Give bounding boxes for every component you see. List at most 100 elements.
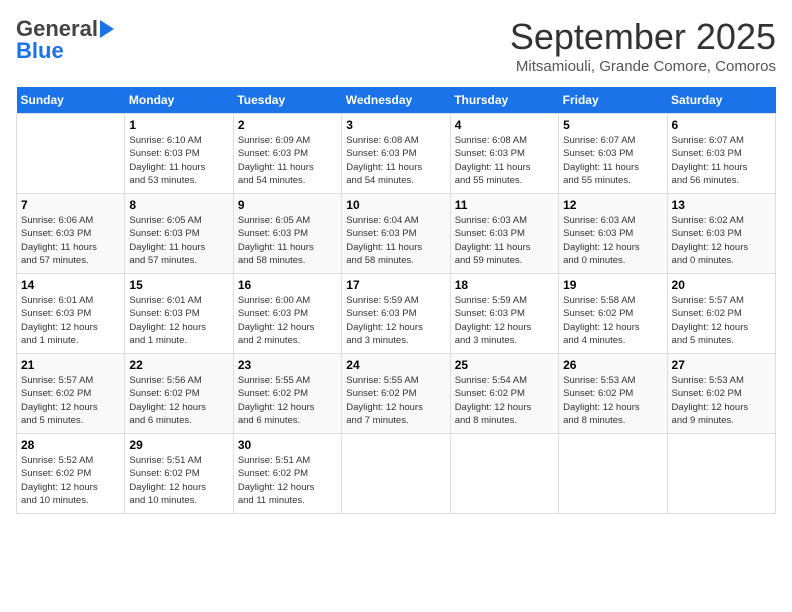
day-number: 18 (455, 278, 554, 292)
day-number: 21 (21, 358, 120, 372)
day-number: 16 (238, 278, 337, 292)
day-info: Sunrise: 6:09 AM Sunset: 6:03 PM Dayligh… (238, 134, 337, 187)
day-info: Sunrise: 5:55 AM Sunset: 6:02 PM Dayligh… (238, 374, 337, 427)
day-number: 1 (129, 118, 228, 132)
day-info: Sunrise: 5:56 AM Sunset: 6:02 PM Dayligh… (129, 374, 228, 427)
day-number: 13 (672, 198, 771, 212)
calendar-cell: 5 Sunrise: 6:07 AM Sunset: 6:03 PM Daylig… (559, 114, 667, 194)
day-number: 28 (21, 438, 120, 452)
day-number: 20 (672, 278, 771, 292)
day-number: 9 (238, 198, 337, 212)
calendar-cell: 1 Sunrise: 6:10 AM Sunset: 6:03 PM Daylig… (125, 114, 233, 194)
day-info: Sunrise: 6:07 AM Sunset: 6:03 PM Dayligh… (563, 134, 662, 187)
calendar-cell: 4 Sunrise: 6:08 AM Sunset: 6:03 PM Daylig… (450, 114, 558, 194)
column-header-monday: Monday (125, 87, 233, 114)
day-number: 19 (563, 278, 662, 292)
calendar-cell (17, 114, 125, 194)
day-info: Sunrise: 5:53 AM Sunset: 6:02 PM Dayligh… (563, 374, 662, 427)
day-info: Sunrise: 6:08 AM Sunset: 6:03 PM Dayligh… (455, 134, 554, 187)
calendar-cell: 28 Sunrise: 5:52 AM Sunset: 6:02 PM Dayli… (17, 434, 125, 514)
calendar-week-5: 28 Sunrise: 5:52 AM Sunset: 6:02 PM Dayli… (17, 434, 776, 514)
page-header: General Blue September 2025 Mitsamiouli,… (16, 16, 776, 75)
calendar-cell: 19Sunrise: 5:58 AM Sunset: 6:02 PM Dayli… (559, 274, 667, 354)
calendar-cell: 15 Sunrise: 6:01 AM Sunset: 6:03 PM Dayli… (125, 274, 233, 354)
day-number: 26 (563, 358, 662, 372)
day-number: 24 (346, 358, 445, 372)
calendar-header-row: SundayMondayTuesdayWednesdayThursdayFrid… (17, 87, 776, 114)
day-number: 25 (455, 358, 554, 372)
calendar-week-4: 21 Sunrise: 5:57 AM Sunset: 6:02 PM Dayli… (17, 354, 776, 434)
calendar-week-1: 1 Sunrise: 6:10 AM Sunset: 6:03 PM Daylig… (17, 114, 776, 194)
calendar-cell: 12 Sunrise: 6:03 AM Sunset: 6:03 PM Dayli… (559, 194, 667, 274)
day-number: 2 (238, 118, 337, 132)
day-info: Sunrise: 6:08 AM Sunset: 6:03 PM Dayligh… (346, 134, 445, 187)
calendar-cell (667, 434, 775, 514)
day-info: Sunrise: 5:57 AM Sunset: 6:02 PM Dayligh… (21, 374, 120, 427)
calendar-cell: 13 Sunrise: 6:02 AM Sunset: 6:03 PM Dayli… (667, 194, 775, 274)
calendar-cell: 21 Sunrise: 5:57 AM Sunset: 6:02 PM Dayli… (17, 354, 125, 434)
day-info: Sunrise: 6:04 AM Sunset: 6:03 PM Dayligh… (346, 214, 445, 267)
day-number: 11 (455, 198, 554, 212)
calendar-week-3: 14 Sunrise: 6:01 AM Sunset: 6:03 PM Dayli… (17, 274, 776, 354)
day-info: Sunrise: 5:59 AM Sunset: 6:03 PM Dayligh… (346, 294, 445, 347)
day-number: 17 (346, 278, 445, 292)
logo-blue-text: Blue (16, 38, 64, 64)
column-header-wednesday: Wednesday (342, 87, 450, 114)
calendar-cell: 9Sunrise: 6:05 AM Sunset: 6:03 PM Daylig… (233, 194, 341, 274)
calendar-cell: 23 Sunrise: 5:55 AM Sunset: 6:02 PM Dayli… (233, 354, 341, 434)
calendar-week-2: 7 Sunrise: 6:06 AM Sunset: 6:03 PM Daylig… (17, 194, 776, 274)
day-number: 30 (238, 438, 337, 452)
day-info: Sunrise: 6:02 AM Sunset: 6:03 PM Dayligh… (672, 214, 771, 267)
day-info: Sunrise: 5:55 AM Sunset: 6:02 PM Dayligh… (346, 374, 445, 427)
day-number: 3 (346, 118, 445, 132)
day-number: 14 (21, 278, 120, 292)
day-info: Sunrise: 6:03 AM Sunset: 6:03 PM Dayligh… (563, 214, 662, 267)
day-info: Sunrise: 6:10 AM Sunset: 6:03 PM Dayligh… (129, 134, 228, 187)
day-info: Sunrise: 6:01 AM Sunset: 6:03 PM Dayligh… (129, 294, 228, 347)
calendar-table: SundayMondayTuesdayWednesdayThursdayFrid… (16, 87, 776, 514)
day-number: 8 (129, 198, 228, 212)
calendar-cell: 8 Sunrise: 6:05 AM Sunset: 6:03 PM Daylig… (125, 194, 233, 274)
calendar-cell (559, 434, 667, 514)
calendar-cell: 14 Sunrise: 6:01 AM Sunset: 6:03 PM Dayli… (17, 274, 125, 354)
calendar-cell: 22Sunrise: 5:56 AM Sunset: 6:02 PM Dayli… (125, 354, 233, 434)
day-number: 29 (129, 438, 228, 452)
column-header-sunday: Sunday (17, 87, 125, 114)
day-number: 12 (563, 198, 662, 212)
column-header-friday: Friday (559, 87, 667, 114)
calendar-cell: 24 Sunrise: 5:55 AM Sunset: 6:02 PM Dayli… (342, 354, 450, 434)
month-title: September 2025 (510, 16, 776, 58)
day-number: 23 (238, 358, 337, 372)
calendar-cell: 16 Sunrise: 6:00 AM Sunset: 6:03 PM Dayli… (233, 274, 341, 354)
day-info: Sunrise: 6:00 AM Sunset: 6:03 PM Dayligh… (238, 294, 337, 347)
day-info: Sunrise: 5:52 AM Sunset: 6:02 PM Dayligh… (21, 454, 120, 507)
day-number: 7 (21, 198, 120, 212)
day-number: 5 (563, 118, 662, 132)
day-number: 10 (346, 198, 445, 212)
calendar-cell: 26 Sunrise: 5:53 AM Sunset: 6:02 PM Dayli… (559, 354, 667, 434)
calendar-cell: 11Sunrise: 6:03 AM Sunset: 6:03 PM Dayli… (450, 194, 558, 274)
calendar-cell: 7 Sunrise: 6:06 AM Sunset: 6:03 PM Daylig… (17, 194, 125, 274)
calendar-cell: 30Sunrise: 5:51 AM Sunset: 6:02 PM Dayli… (233, 434, 341, 514)
day-info: Sunrise: 5:57 AM Sunset: 6:02 PM Dayligh… (672, 294, 771, 347)
day-info: Sunrise: 6:06 AM Sunset: 6:03 PM Dayligh… (21, 214, 120, 267)
calendar-cell: 18 Sunrise: 5:59 AM Sunset: 6:03 PM Dayli… (450, 274, 558, 354)
location-subtitle: Mitsamiouli, Grande Comore, Comoros (510, 58, 776, 75)
logo-arrow-icon (100, 20, 114, 38)
day-info: Sunrise: 5:53 AM Sunset: 6:02 PM Dayligh… (672, 374, 771, 427)
calendar-cell: 2 Sunrise: 6:09 AM Sunset: 6:03 PM Daylig… (233, 114, 341, 194)
column-header-thursday: Thursday (450, 87, 558, 114)
calendar-cell (450, 434, 558, 514)
column-header-tuesday: Tuesday (233, 87, 341, 114)
calendar-cell: 29Sunrise: 5:51 AM Sunset: 6:02 PM Dayli… (125, 434, 233, 514)
day-number: 4 (455, 118, 554, 132)
calendar-cell: 25Sunrise: 5:54 AM Sunset: 6:02 PM Dayli… (450, 354, 558, 434)
day-info: Sunrise: 6:05 AM Sunset: 6:03 PM Dayligh… (129, 214, 228, 267)
day-number: 15 (129, 278, 228, 292)
calendar-cell: 17 Sunrise: 5:59 AM Sunset: 6:03 PM Dayli… (342, 274, 450, 354)
calendar-cell (342, 434, 450, 514)
day-info: Sunrise: 5:59 AM Sunset: 6:03 PM Dayligh… (455, 294, 554, 347)
day-number: 27 (672, 358, 771, 372)
day-info: Sunrise: 6:01 AM Sunset: 6:03 PM Dayligh… (21, 294, 120, 347)
calendar-cell: 3 Sunrise: 6:08 AM Sunset: 6:03 PM Daylig… (342, 114, 450, 194)
